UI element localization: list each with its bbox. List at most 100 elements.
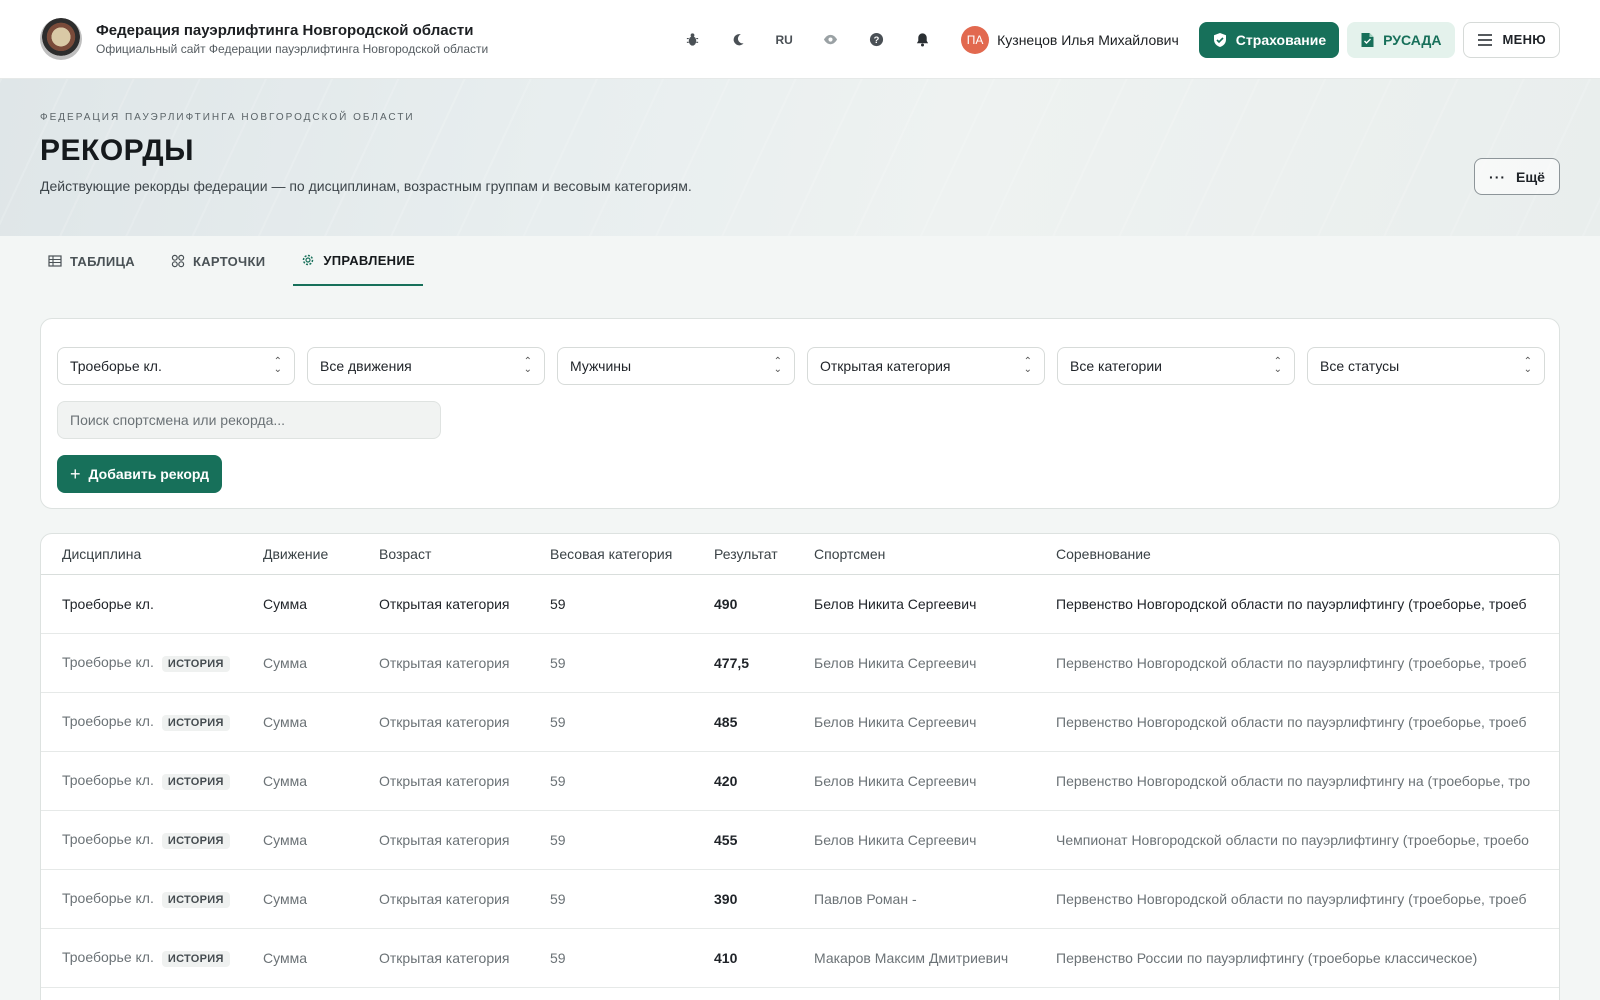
- cell-weight: 59: [545, 633, 709, 693]
- cell-result-text: 410: [714, 949, 738, 966]
- column-header[interactable]: Возраст: [374, 534, 545, 575]
- document-icon: [1361, 32, 1374, 47]
- table-row[interactable]: Троеборье кл. ИСТОРИЯ Сумма Открытая катего…: [41, 810, 1559, 870]
- cell-athlete-text: Белов Никита Сергеевич: [814, 831, 977, 848]
- tab-manage-label: УПРАВЛЕНИЕ: [323, 252, 415, 268]
- table-row[interactable]: Троеборье кл. ИСТОРИЯ Сумма Открытая катего…: [41, 692, 1559, 752]
- cell-movement: Сумма: [258, 574, 374, 634]
- header-tools: RU ? ПА Кузнецов Илья Михайлович Страхов…: [669, 0, 1560, 79]
- cell-age: Открытая категория: [374, 751, 545, 811]
- gender-select-value: Мужчины: [570, 358, 632, 374]
- cell-competition-text: Первенство Новгородской области по пауэр…: [1056, 595, 1527, 612]
- site-subtitle: Официальный сайт Федерации пауэрлифтинга…: [96, 42, 489, 56]
- cell-athlete-text: Белов Никита Сергеевич: [814, 595, 977, 612]
- cell-weight: 59: [545, 810, 709, 870]
- avatar: ПА: [961, 25, 990, 54]
- discipline-select-value: Троеборье кл.: [70, 358, 162, 374]
- cell-weight-text: 59: [550, 772, 566, 789]
- tab-cards-label: КАРТОЧКИ: [192, 253, 266, 269]
- cell-weight-text: 59: [550, 595, 566, 612]
- cell-result-text: 390: [714, 890, 738, 907]
- notifications-button[interactable]: [899, 20, 945, 60]
- chevron-up-down-icon: ⌃ ⌄: [1023, 356, 1032, 375]
- menu-button[interactable]: МЕНЮ: [1462, 21, 1560, 58]
- status-select[interactable]: Все статусы ⌃ ⌄: [1307, 347, 1545, 385]
- svg-text:?: ?: [873, 35, 879, 45]
- site-header: Федерация пауэрлифтинга Новгородской обл…: [0, 0, 1600, 79]
- search-input[interactable]: [57, 401, 441, 439]
- tab-manage[interactable]: УПРАВЛЕНИЕ: [293, 236, 423, 286]
- cell-competition-text: Первенство Новгородской области по пауэр…: [1056, 890, 1527, 907]
- cell-result: 485: [709, 692, 809, 752]
- gender-select[interactable]: Мужчины ⌃ ⌄: [557, 347, 795, 385]
- movement-select[interactable]: Все движения ⌃ ⌄: [307, 347, 545, 385]
- column-header[interactable]: Результат: [709, 534, 809, 575]
- cell-competition-text: Чемпионат Новгородской области по пауэрл…: [1056, 831, 1529, 848]
- table-header-row: Дисциплина Движение Возраст Весовая кате…: [41, 534, 1559, 575]
- page-hero: ФЕДЕРАЦИЯ ПАУЭРЛИФТИНГА НОВГОРОДСКОЙ ОБЛ…: [0, 79, 1600, 236]
- cell-discipline-text: Троеборье кл.: [62, 889, 154, 906]
- federation-logo[interactable]: [40, 18, 82, 60]
- cell-weight: 59: [545, 869, 709, 929]
- bug-icon: [686, 33, 698, 46]
- page-title: РЕКОРДЫ: [40, 134, 195, 167]
- rusada-button[interactable]: РУСАДА: [1347, 21, 1455, 58]
- cell-weight: 59: [545, 751, 709, 811]
- age-select[interactable]: Открытая категория ⌃ ⌄: [807, 347, 1045, 385]
- cell-result: 410: [709, 928, 809, 988]
- cell-discipline-text: Троеборье кл.: [62, 948, 154, 965]
- weight-select-value: Все категории: [1070, 358, 1162, 374]
- tab-cards[interactable]: КАРТОЧКИ: [163, 236, 273, 286]
- discipline-select[interactable]: Троеборье кл. ⌃ ⌄: [57, 347, 295, 385]
- table-icon: [48, 255, 62, 267]
- add-record-button[interactable]: + Добавить рекорд: [57, 455, 223, 493]
- cell-athlete-text: Павлов Роман -: [814, 890, 917, 907]
- weight-select[interactable]: Все категории ⌃ ⌄: [1057, 347, 1295, 385]
- cell-weight-text: 59: [550, 949, 566, 966]
- cell-weight-text: 59: [550, 890, 566, 907]
- table-row[interactable]: Троеборье кл. ИСТОРИЯ Сумма Открытая катего…: [41, 633, 1559, 693]
- cell-discipline-text: Троеборье кл.: [62, 653, 154, 670]
- cell-result: 455: [709, 810, 809, 870]
- table-row[interactable]: Троеборье кл. ИСТОРИЯ Сумма Открытая катего…: [41, 928, 1559, 988]
- chevron-up-down-icon: ⌃ ⌄: [1523, 356, 1532, 375]
- cell-athlete: Белов Никита Сергеевич: [809, 574, 1051, 634]
- filters-panel: Троеборье кл. ⌃ ⌄ Все движения ⌃ ⌄ Мужчины…: [40, 318, 1560, 509]
- history-badge: ИСТОРИЯ: [161, 832, 230, 849]
- theme-toggle-button[interactable]: [715, 20, 761, 60]
- insurance-button[interactable]: Страхование: [1198, 21, 1340, 58]
- table-row[interactable]: Троеборье кл. ИСТОРИЯ Сумма Открытая катего…: [41, 751, 1559, 811]
- cell-discipline: Троеборье кл. ИСТОРИЯ: [57, 633, 258, 693]
- column-header[interactable]: Соревнование: [1051, 534, 1559, 575]
- column-header[interactable]: Весовая категория: [545, 534, 709, 575]
- cell-athlete-text: Белов Никита Сергеевич: [814, 654, 977, 671]
- more-button[interactable]: ··· Ещё: [1474, 158, 1560, 195]
- column-header[interactable]: Спортсмен: [809, 534, 1051, 575]
- column-header[interactable]: Дисциплина: [57, 534, 258, 575]
- cell-age-text: Открытая категория: [379, 713, 510, 730]
- more-dots-icon: ···: [1489, 168, 1507, 185]
- cell-movement: Сумма: [258, 633, 374, 693]
- more-label: Ещё: [1516, 168, 1545, 185]
- cell-weight-text: 59: [550, 654, 566, 671]
- records-table-body: Троеборье кл. Сумма Открытая категория 59 49…: [41, 574, 1559, 988]
- cell-competition: Первенство Новгородской области по пауэр…: [1051, 574, 1559, 634]
- table-row[interactable]: Троеборье кл. Сумма Открытая категория 59 49…: [41, 574, 1559, 634]
- bug-report-button[interactable]: [669, 20, 715, 60]
- cell-competition: Чемпионат Новгородской области по пауэрл…: [1051, 810, 1559, 870]
- user-profile[interactable]: ПА Кузнецов Илья Михайлович: [961, 25, 1179, 54]
- accessibility-button[interactable]: [807, 20, 853, 60]
- site-title[interactable]: Федерация пауэрлифтинга Новгородской обл…: [96, 21, 488, 41]
- language-button[interactable]: RU: [761, 20, 807, 60]
- cell-age: Открытая категория: [374, 869, 545, 929]
- cell-age-text: Открытая категория: [379, 595, 510, 612]
- cell-age: Открытая категория: [374, 692, 545, 752]
- cell-movement: Сумма: [258, 869, 374, 929]
- cell-competition-text: Первенство Новгородской области по пауэр…: [1056, 713, 1527, 730]
- tab-table[interactable]: ТАБЛИЦА: [40, 236, 143, 286]
- column-header[interactable]: Движение: [258, 534, 374, 575]
- table-row[interactable]: Троеборье кл. ИСТОРИЯ Сумма Открытая катего…: [41, 869, 1559, 929]
- help-button[interactable]: ?: [853, 20, 899, 60]
- cell-competition: Первенство России по пауэрлифтингу (трое…: [1051, 928, 1559, 988]
- status-select-value: Все статусы: [1320, 358, 1400, 374]
